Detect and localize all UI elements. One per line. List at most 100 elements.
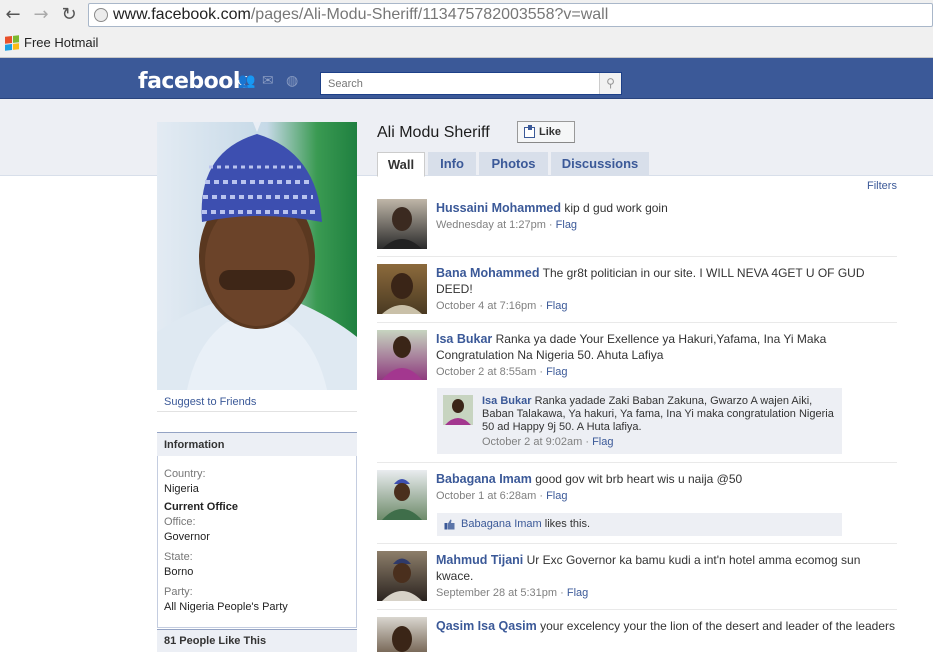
- flag-link[interactable]: Flag: [546, 366, 567, 378]
- post-author[interactable]: Mahmud Tijani: [436, 553, 523, 567]
- avatar[interactable]: [377, 330, 427, 380]
- post-author[interactable]: Babagana Imam: [436, 472, 532, 486]
- post-divider: [377, 256, 897, 257]
- friend-requests-icon[interactable]: 👥: [238, 74, 255, 88]
- windows-logo-icon: [5, 34, 19, 51]
- post-author[interactable]: Bana Mohammed: [436, 266, 540, 280]
- comment-author[interactable]: Isa Bukar: [482, 395, 532, 407]
- magnifier-icon[interactable]: ⚲: [599, 73, 621, 94]
- avatar-silhouette: [382, 479, 422, 520]
- globe-icon: [94, 8, 108, 22]
- suggest-to-friends-link[interactable]: Suggest to Friends: [164, 396, 256, 408]
- thumbs-up-icon: [444, 519, 455, 530]
- comment-avatar-silhouette: [443, 395, 473, 425]
- meta-separator: ·: [545, 219, 556, 231]
- wall-post: Bana Mohammed The gr8t politician in our…: [377, 264, 897, 320]
- comment: Isa Bukar Ranka yadade Zaki Baban Zakuna…: [437, 388, 842, 454]
- tab-discussions[interactable]: Discussions: [551, 152, 649, 176]
- post-text: Isa Bukar Ranka ya dade Your Exellence y…: [436, 331, 896, 363]
- bookmark-free-hotmail[interactable]: Free Hotmail: [5, 34, 99, 51]
- likes-suffix: likes this.: [541, 518, 591, 530]
- flag-link[interactable]: Flag: [556, 219, 577, 231]
- post-meta: Wednesday at 1:27pm · Flag: [436, 219, 577, 231]
- meta-separator: ·: [536, 490, 547, 502]
- flag-link[interactable]: Flag: [592, 436, 613, 448]
- like-button[interactable]: Like: [517, 121, 575, 143]
- post-author[interactable]: Qasim Isa Qasim: [436, 619, 537, 633]
- post-author[interactable]: Isa Bukar: [436, 332, 492, 346]
- browser-chrome: ← → ↻ www.facebook.com/pages/Ali-Modu-Sh…: [0, 0, 933, 58]
- facebook-logo[interactable]: facebook: [138, 69, 248, 94]
- post-message: your excelency your the lion of the dese…: [540, 619, 895, 633]
- post-time[interactable]: September 28 at 5:31pm: [436, 587, 557, 599]
- avatar-silhouette: [392, 626, 412, 652]
- liker-name[interactable]: Babagana Imam: [461, 518, 542, 530]
- left-divider: [157, 411, 357, 412]
- search-input[interactable]: [321, 73, 599, 94]
- post-divider: [377, 462, 897, 463]
- tab-photos[interactable]: Photos: [479, 152, 548, 176]
- page-title: Ali Modu Sheriff: [377, 124, 490, 141]
- avatar-silhouette: [382, 207, 422, 249]
- meta-separator: ·: [557, 587, 567, 599]
- meta-separator: ·: [582, 436, 593, 448]
- post-time[interactable]: October 2 at 8:55am: [436, 366, 536, 378]
- state-label: State:: [164, 551, 193, 563]
- meta-separator: ·: [536, 300, 547, 312]
- party-value: All Nigeria People's Party: [164, 601, 288, 613]
- avatar-silhouette: [382, 273, 422, 314]
- comment-message: Ranka yadade Zaki Baban Zakuna, Gwarzo A…: [482, 395, 834, 433]
- flag-link[interactable]: Flag: [546, 300, 567, 312]
- post-author[interactable]: Hussaini Mohammed: [436, 201, 561, 215]
- post-text: Mahmud Tijani Ur Exc Governor ka bamu ku…: [436, 552, 896, 584]
- country-value: Nigeria: [164, 483, 199, 495]
- messages-icon[interactable]: ✉: [262, 74, 278, 88]
- avatar[interactable]: [377, 470, 427, 520]
- post-time[interactable]: October 4 at 7:16pm: [436, 300, 536, 312]
- information-heading: Information: [157, 432, 357, 456]
- profile-photo-illustration: [157, 122, 357, 390]
- post-message: good gov wit brb heart wis u naija @50: [535, 472, 743, 486]
- thumbs-up-icon: [524, 124, 535, 138]
- filters-link[interactable]: Filters: [867, 180, 897, 192]
- avatar[interactable]: [377, 264, 427, 314]
- flag-link[interactable]: Flag: [546, 490, 567, 502]
- bookmark-label: Free Hotmail: [24, 35, 99, 50]
- notifications-globe-icon[interactable]: ◍: [286, 74, 302, 88]
- post-meta: September 28 at 5:31pm · Flag: [436, 587, 588, 599]
- wall-post: Qasim Isa Qasim your excelency your the …: [377, 617, 897, 652]
- party-label: Party:: [164, 586, 193, 598]
- post-message: Ranka ya dade Your Exellence ya Hakuri,Y…: [436, 332, 827, 362]
- post-meta: October 4 at 7:16pm · Flag: [436, 300, 567, 312]
- post-text: Babagana Imam good gov wit brb heart wis…: [436, 471, 896, 487]
- facebook-top-bar: facebook 👥 ✉ ◍ ⚲: [0, 58, 933, 99]
- wall-post: Mahmud Tijani Ur Exc Governor ka bamu ku…: [377, 551, 897, 607]
- comment-time[interactable]: October 2 at 9:02am: [482, 436, 582, 448]
- post-time[interactable]: Wednesday at 1:27pm: [436, 219, 546, 231]
- tab-info[interactable]: Info: [428, 152, 476, 176]
- jewel-icons: 👥 ✉ ◍: [238, 74, 302, 88]
- url-host: www.facebook.com: [113, 6, 251, 23]
- url-text[interactable]: www.facebook.com/pages/Ali-Modu-Sheriff/…: [113, 6, 608, 24]
- back-arrow-icon[interactable]: ←: [3, 5, 23, 25]
- post-time[interactable]: October 1 at 6:28am: [436, 490, 536, 502]
- forward-arrow-icon[interactable]: →: [31, 5, 51, 25]
- avatar-silhouette: [382, 558, 422, 601]
- avatar[interactable]: [377, 551, 427, 601]
- comment-avatar[interactable]: [443, 395, 473, 425]
- tab-wall[interactable]: Wall: [377, 152, 425, 177]
- address-bar[interactable]: www.facebook.com/pages/Ali-Modu-Sheriff/…: [88, 3, 933, 27]
- post-meta: October 1 at 6:28am · Flag: [436, 490, 567, 502]
- avatar[interactable]: [377, 617, 427, 652]
- flag-link[interactable]: Flag: [567, 587, 588, 599]
- current-office-heading: Current Office: [164, 501, 238, 513]
- state-value: Borno: [164, 566, 194, 578]
- office-label: Office:: [164, 516, 196, 528]
- meta-separator: ·: [536, 366, 547, 378]
- post-divider: [377, 322, 897, 323]
- profile-picture[interactable]: [157, 122, 357, 390]
- avatar[interactable]: [377, 199, 427, 249]
- reload-icon[interactable]: ↻: [59, 5, 79, 25]
- people-like-this-heading[interactable]: 81 People Like This: [157, 629, 357, 652]
- post-text: Bana Mohammed The gr8t politician in our…: [436, 265, 896, 297]
